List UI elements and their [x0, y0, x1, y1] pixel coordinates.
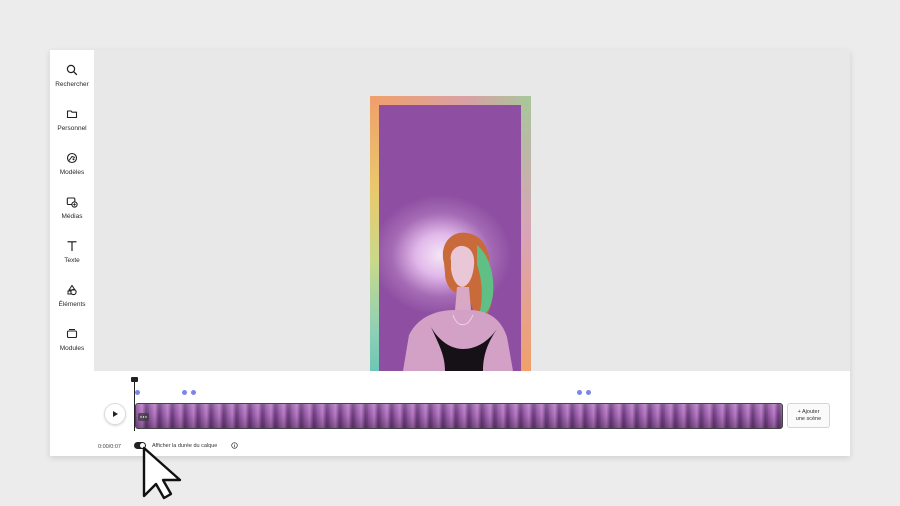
video-clip-track[interactable] — [135, 403, 783, 429]
keyframe-marker[interactable] — [135, 390, 140, 395]
track-shading — [136, 404, 782, 428]
search-icon — [66, 64, 78, 76]
play-icon — [113, 411, 118, 417]
sidebar-item-label: Personnel — [57, 125, 87, 132]
artboard[interactable] — [370, 96, 531, 371]
editor-window: Rechercher Personnel Modèles Médias Text… — [50, 50, 850, 456]
sidebar-item-label: Rechercher — [55, 81, 89, 88]
sidebar-item-label: Éléments — [58, 301, 86, 308]
mouse-pointer-icon — [142, 446, 182, 500]
modules-icon — [66, 329, 78, 339]
play-button[interactable] — [104, 403, 126, 425]
sidebar-item-label: Texte — [64, 257, 80, 264]
sidebar-item-media[interactable]: Médias — [50, 195, 94, 235]
portrait-figure — [403, 232, 513, 371]
portrait-photo[interactable] — [379, 105, 521, 371]
keyframe-marker[interactable] — [577, 390, 582, 395]
sidebar-item-modules[interactable]: Modules — [50, 327, 94, 367]
add-scene-label-2: une scène — [795, 415, 822, 422]
gradient-frame-top — [370, 96, 531, 105]
design-canvas[interactable] — [94, 50, 850, 371]
clip-drag-handle[interactable] — [138, 413, 149, 421]
sidebar-item-label: Modules — [59, 345, 85, 352]
sidebar-item-elements[interactable]: Éléments — [50, 283, 94, 323]
info-icon[interactable] — [231, 442, 238, 449]
sidebar-item-label: Modèles — [59, 169, 85, 176]
sidebar-item-search[interactable]: Rechercher — [50, 63, 94, 103]
sidebar-item-label: Médias — [61, 213, 83, 220]
sidebar: Rechercher Personnel Modèles Médias Text… — [50, 50, 94, 456]
grip-icon — [140, 416, 147, 418]
keyframe-marker[interactable] — [182, 390, 187, 395]
sidebar-item-text[interactable]: Texte — [50, 239, 94, 279]
templates-icon — [66, 152, 78, 164]
keyframe-marker[interactable] — [586, 390, 591, 395]
text-icon — [67, 241, 77, 251]
time-readout: 0:00/0:07 — [98, 444, 121, 450]
shapes-icon — [67, 284, 77, 296]
media-icon — [66, 197, 78, 208]
gradient-frame-right — [521, 96, 531, 371]
timeline-panel: + Ajouter une scène 0:00/0:07 Afficher l… — [94, 371, 850, 456]
sidebar-item-templates[interactable]: Modèles — [50, 151, 94, 191]
keyframe-marker[interactable] — [191, 390, 196, 395]
sidebar-item-personal[interactable]: Personnel — [50, 107, 94, 147]
add-scene-button[interactable]: + Ajouter une scène — [787, 403, 830, 428]
folder-icon — [66, 110, 78, 119]
